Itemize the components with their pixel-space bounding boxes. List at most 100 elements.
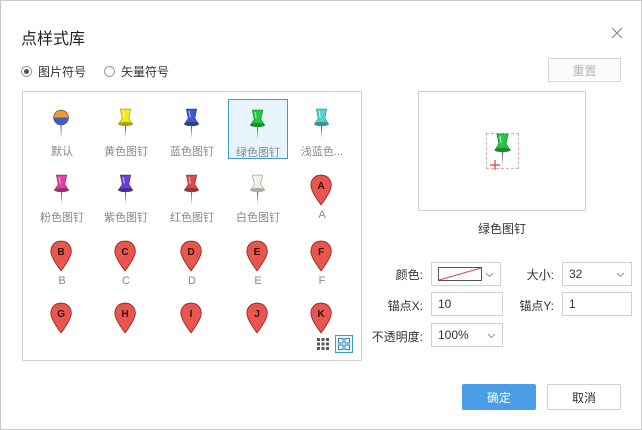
close-icon[interactable] (609, 25, 625, 41)
symbol-cell[interactable]: 默认 (32, 99, 92, 159)
map-marker-icon: G (50, 302, 72, 334)
symbol-library-grid: 默认 黄色图钉 蓝色图钉 绿色图钉 浅蓝色... 粉色图钉 紫色图钉 红色图钉 白色图钉 A A B B… (22, 91, 362, 361)
point-style-dialog: 点样式库 图片符号 矢量符号 重置 默认 黄色图钉 蓝色图钉 绿色图钉 浅蓝色.… (0, 0, 642, 430)
size-value: 32 (569, 267, 583, 281)
map-marker-icon: C (114, 240, 136, 272)
symbol-label: C (122, 275, 130, 287)
symbol-cell[interactable]: FF (292, 231, 352, 291)
svg-text:H: H (121, 309, 128, 320)
symbol-label: E (254, 275, 262, 287)
symbol-label: 绿色图钉 (236, 147, 280, 159)
anchor-y-label: 锚点Y: (519, 299, 554, 313)
symbol-cell[interactable]: K (292, 293, 352, 353)
symbol-label: 粉色图钉 (40, 212, 84, 224)
symbol-label: 紫色图钉 (104, 212, 148, 224)
symbol-cell[interactable]: 紫色图钉 (96, 165, 156, 225)
symbol-label: A (318, 209, 326, 221)
symbol-cell[interactable]: BB (32, 231, 92, 291)
symbol-cell[interactable]: AA (292, 165, 352, 225)
symbol-label: 红色图钉 (170, 212, 214, 224)
symbol-cell[interactable]: 蓝色图钉 (162, 99, 222, 159)
svg-text:A: A (317, 181, 325, 192)
map-marker-icon: J (246, 302, 268, 334)
svg-text:C: C (121, 247, 129, 258)
svg-text:K: K (317, 309, 325, 320)
map-marker-icon: I (180, 302, 202, 334)
default-pin-icon (53, 109, 69, 139)
map-marker-icon: A (310, 174, 332, 206)
opacity-label: 不透明度: (371, 330, 423, 344)
symbol-cell[interactable]: DD (162, 231, 222, 291)
symbol-label: D (188, 275, 196, 287)
symbol-label: F (318, 275, 326, 287)
svg-text:D: D (187, 247, 194, 258)
reset-button[interactable]: 重置 (548, 58, 621, 82)
chevron-down-icon (485, 272, 494, 278)
symbol-cell[interactable]: 粉色图钉 (32, 165, 92, 225)
symbol-cell[interactable]: 浅蓝色... (292, 99, 352, 159)
color-swatch (438, 267, 482, 281)
svg-text:J: J (254, 309, 260, 320)
symbol-label: 默认 (51, 146, 73, 158)
radio-dot (104, 66, 116, 77)
pushpin-icon (53, 174, 70, 205)
size-label: 大小: (526, 268, 554, 282)
opacity-value: 100% (438, 328, 469, 342)
symbol-cell[interactable]: 绿色图钉 (228, 99, 288, 159)
pushpin-icon (117, 108, 134, 139)
svg-text:I: I (190, 309, 193, 320)
pushpin-icon (249, 174, 266, 205)
cancel-button[interactable]: 取消 (547, 384, 621, 410)
pushpin-icon (117, 174, 134, 205)
map-marker-icon: D (180, 240, 202, 272)
radio-vector-symbol[interactable]: 矢量符号 (104, 63, 169, 80)
ok-button[interactable]: 确定 (462, 384, 536, 410)
anchor-x-label: 锚点X: (387, 299, 423, 313)
symbol-cell[interactable]: I (162, 293, 222, 353)
dialog-title: 点样式库 (21, 31, 86, 48)
symbol-preview (418, 91, 586, 211)
svg-text:G: G (57, 309, 65, 320)
chevron-down-icon (487, 333, 496, 339)
map-marker-icon: F (310, 240, 332, 272)
symbol-label: 白色图钉 (236, 212, 280, 224)
svg-text:B: B (57, 247, 64, 258)
anchor-x-value: 10 (438, 297, 452, 311)
anchor-y-value: 1 (569, 297, 576, 311)
symbol-cell[interactable]: 红色图钉 (162, 165, 222, 225)
size-select[interactable]: 32 (562, 262, 632, 286)
map-marker-icon: E (246, 240, 268, 272)
symbol-label: B (58, 275, 66, 287)
map-marker-icon: H (114, 302, 136, 334)
symbol-label: 蓝色图钉 (170, 146, 214, 158)
radio-image-symbol[interactable]: 图片符号 (21, 63, 86, 80)
map-marker-icon: B (50, 240, 72, 272)
color-label: 颜色: (395, 268, 423, 282)
chevron-down-icon (616, 272, 625, 278)
pushpin-icon (183, 108, 200, 139)
symbol-type-group: 图片符号 矢量符号 (21, 63, 187, 80)
opacity-select[interactable]: 100% (431, 323, 503, 347)
color-picker[interactable] (431, 262, 501, 286)
symbol-label: 黄色图钉 (104, 146, 148, 158)
symbol-cell[interactable]: CC (96, 231, 156, 291)
svg-text:E: E (254, 247, 261, 258)
symbol-cell[interactable]: 黄色图钉 (96, 99, 156, 159)
anchor-y-input[interactable]: 1 (562, 292, 632, 316)
pushpin-icon (313, 108, 330, 139)
radio-label: 矢量符号 (121, 65, 170, 79)
radio-dot-checked (21, 66, 32, 77)
symbol-cell[interactable]: J (228, 293, 288, 353)
symbol-cell[interactable]: H (96, 293, 156, 353)
symbol-label: 浅蓝色... (300, 146, 344, 158)
symbol-cell[interactable]: G (32, 293, 92, 353)
symbol-cell[interactable]: 白色图钉 (228, 165, 288, 225)
symbol-cell[interactable]: EE (228, 231, 288, 291)
map-marker-icon: K (310, 302, 332, 334)
radio-label: 图片符号 (38, 65, 87, 79)
anchor-cross-icon (490, 160, 500, 170)
anchor-x-input[interactable]: 10 (431, 292, 503, 316)
pushpin-icon (249, 109, 266, 140)
pushpin-icon (183, 174, 200, 205)
svg-text:F: F (318, 247, 324, 258)
